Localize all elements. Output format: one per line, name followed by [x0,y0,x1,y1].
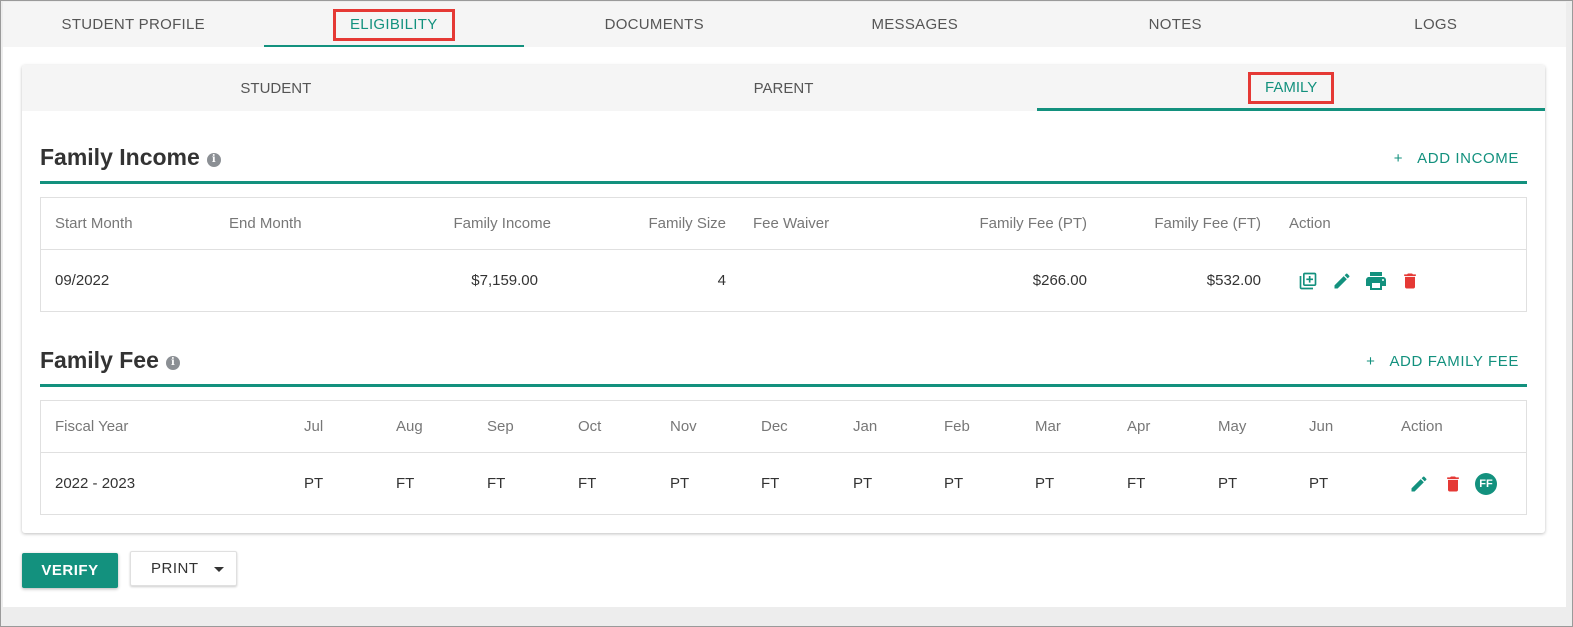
add-family-fee-label: ADD FAMILY FEE [1389,353,1519,370]
column-header: Action [1289,215,1331,232]
add-income-label: ADD INCOME [1417,150,1519,167]
add-box-icon[interactable] [1296,269,1320,293]
column-header: Feb [944,418,970,435]
column-header: Start Month [55,215,133,232]
family-fee-header: Family Fee i + ADD FAMILY FEE [40,345,1527,387]
tab-label: DOCUMENTS [604,16,704,33]
fee-pt-cell: $266.00 [1032,272,1087,289]
column-header: Family Income [453,215,551,232]
tab-student-profile[interactable]: STUDENT PROFILE [3,2,264,47]
month-cell-dec: FT [761,475,780,492]
month-cell-sep: FT [487,475,506,492]
print-dropdown-button[interactable]: PRINT [130,551,237,586]
family-income-title: Family Income i [40,144,221,171]
delete-icon[interactable] [1398,269,1422,293]
tab-label: MESSAGES [871,16,959,33]
info-icon[interactable]: i [206,152,221,167]
subtab-label: STUDENT [240,79,312,97]
subtab-student[interactable]: STUDENT [22,65,530,111]
section-title-text: Family Income [40,144,200,170]
column-header: Jun [1309,418,1334,435]
ff-badge-button[interactable]: FF [1475,472,1497,495]
tab-messages[interactable]: MESSAGES [785,2,1046,47]
column-header: Apr [1127,418,1151,435]
family-income-table: Start Month End Month Family Income Fami… [40,197,1527,312]
tab-eligibility[interactable]: ELIGIBILITY [263,2,525,47]
column-header: Sep [487,418,514,435]
family-income-cell: $7,159.00 [471,272,538,289]
sub-tab-bar: STUDENT PARENT FAMILY [22,65,1545,111]
tab-label: NOTES [1148,16,1202,33]
column-header: Fee Waiver [753,215,830,232]
month-cell-feb: PT [944,475,964,492]
month-cell-jul: PT [304,475,324,492]
print-icon[interactable] [1364,269,1388,293]
eligibility-card: STUDENT PARENT FAMILY Family Income i + A… [22,65,1545,533]
delete-icon[interactable] [1441,472,1465,496]
column-header: Dec [761,418,788,435]
column-header: Aug [396,418,423,435]
table-row: 2022 - 2023 PT FT FT FT PT FT PT PT PT F… [41,453,1526,514]
family-fee-table: Fiscal Year Jul Aug Sep Oct Nov Dec Jan … [40,400,1527,515]
subtab-label: PARENT [753,79,814,97]
tab-label: STUDENT PROFILE [61,16,205,33]
edit-icon[interactable] [1330,269,1354,293]
family-income-header: Family Income i + ADD INCOME [40,142,1527,184]
column-header: Family Size [648,215,726,232]
column-header: Family Fee (FT) [1154,215,1261,232]
tab-notes[interactable]: NOTES [1045,2,1306,47]
info-icon[interactable]: i [165,355,180,370]
plus-icon: + [1393,150,1404,167]
start-month-cell: 09/2022 [55,272,110,289]
section-title-text: Family Fee [40,347,159,373]
table-row: 09/2022 $7,159.00 4 $266.00 $532.00 [41,250,1526,311]
family-fee-title: Family Fee i [40,347,180,374]
top-tab-bar: STUDENT PROFILE ELIGIBILITY DOCUMENTS ME… [3,2,1566,47]
month-cell-nov: PT [670,475,690,492]
month-cell-apr: FT [1127,475,1146,492]
table-header-row: Fiscal Year Jul Aug Sep Oct Nov Dec Jan … [41,401,1526,453]
add-family-fee-button[interactable]: + ADD FAMILY FEE [1366,353,1519,370]
edit-icon[interactable] [1407,472,1431,496]
column-header: Oct [578,418,602,435]
fee-ft-cell: $532.00 [1206,272,1261,289]
row-actions [1296,250,1432,311]
verify-button[interactable]: VERIFY [22,553,118,588]
column-header: Jan [853,418,878,435]
print-button-label: PRINT [151,560,199,577]
tab-label: LOGS [1414,16,1458,33]
month-cell-oct: FT [578,475,597,492]
column-header: May [1218,418,1247,435]
fiscal-year-cell: 2022 - 2023 [55,475,136,492]
month-cell-jan: PT [853,475,873,492]
column-header: Jul [304,418,324,435]
caret-down-icon [214,567,224,572]
column-header: End Month [229,215,302,232]
family-size-cell: 4 [717,272,726,289]
month-cell-aug: FT [396,475,415,492]
row-actions: FF [1407,453,1497,514]
month-cell-jun: PT [1309,475,1329,492]
tab-logs[interactable]: LOGS [1306,2,1567,47]
subtab-parent[interactable]: PARENT [530,65,1038,111]
tab-documents[interactable]: DOCUMENTS [524,2,785,47]
tab-label: ELIGIBILITY [333,8,455,41]
column-header: Mar [1035,418,1061,435]
column-header: Family Fee (PT) [979,215,1087,232]
subtab-family[interactable]: FAMILY [1037,65,1545,111]
month-cell-mar: PT [1035,475,1055,492]
month-cell-may: PT [1218,475,1238,492]
subtab-label: FAMILY [1248,72,1335,104]
column-header: Fiscal Year [55,418,129,435]
column-header: Action [1401,418,1443,435]
add-income-button[interactable]: + ADD INCOME [1394,150,1519,167]
table-header-row: Start Month End Month Family Income Fami… [41,198,1526,250]
column-header: Nov [670,418,697,435]
plus-icon: + [1366,353,1376,370]
